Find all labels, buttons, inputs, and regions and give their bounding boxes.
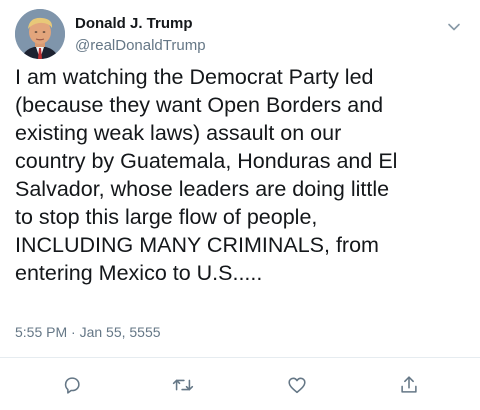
retweet-button[interactable] [166, 370, 200, 400]
retweet-icon [172, 379, 194, 391]
tweet-text: I am watching the Democrat Party led (be… [15, 63, 470, 287]
tweet-card: Donald J. Trump @realDonaldTrump I am wa… [0, 0, 480, 410]
share-icon [401, 376, 417, 393]
reply-icon [64, 377, 80, 394]
tweet-timestamp[interactable]: 5:55 PM · Jan 55, 5555 [15, 324, 161, 340]
tweet-text-line: existing weak laws) assault on our [15, 121, 342, 145]
heart-icon [288, 377, 306, 394]
tweet-header: Donald J. Trump @realDonaldTrump [15, 9, 470, 65]
tweet-text-line: INCLUDING MANY CRIMINALS, from [15, 233, 379, 257]
like-button[interactable] [280, 370, 314, 400]
tweet-text-line: country by Guatemala, Honduras and El [15, 149, 398, 173]
author-name[interactable]: Donald J. Trump [75, 15, 193, 32]
avatar-image [15, 9, 65, 59]
reply-button[interactable] [55, 370, 89, 400]
chevron-down-icon[interactable] [446, 19, 462, 35]
author-handle[interactable]: @realDonaldTrump [75, 37, 206, 54]
share-button[interactable] [392, 370, 426, 400]
tweet-text-line: I am watching the Democrat Party led [15, 65, 374, 89]
tweet-text-line: entering Mexico to U.S..... [15, 261, 263, 285]
tweet-text-line: Salvador, whose leaders are doing little [15, 177, 390, 201]
action-bar [0, 370, 480, 400]
divider [0, 357, 480, 358]
avatar[interactable] [15, 9, 65, 59]
tweet-text-line: to stop this large flow of people, [15, 205, 318, 229]
tweet-text-line: (because they want Open Borders and [15, 93, 384, 117]
